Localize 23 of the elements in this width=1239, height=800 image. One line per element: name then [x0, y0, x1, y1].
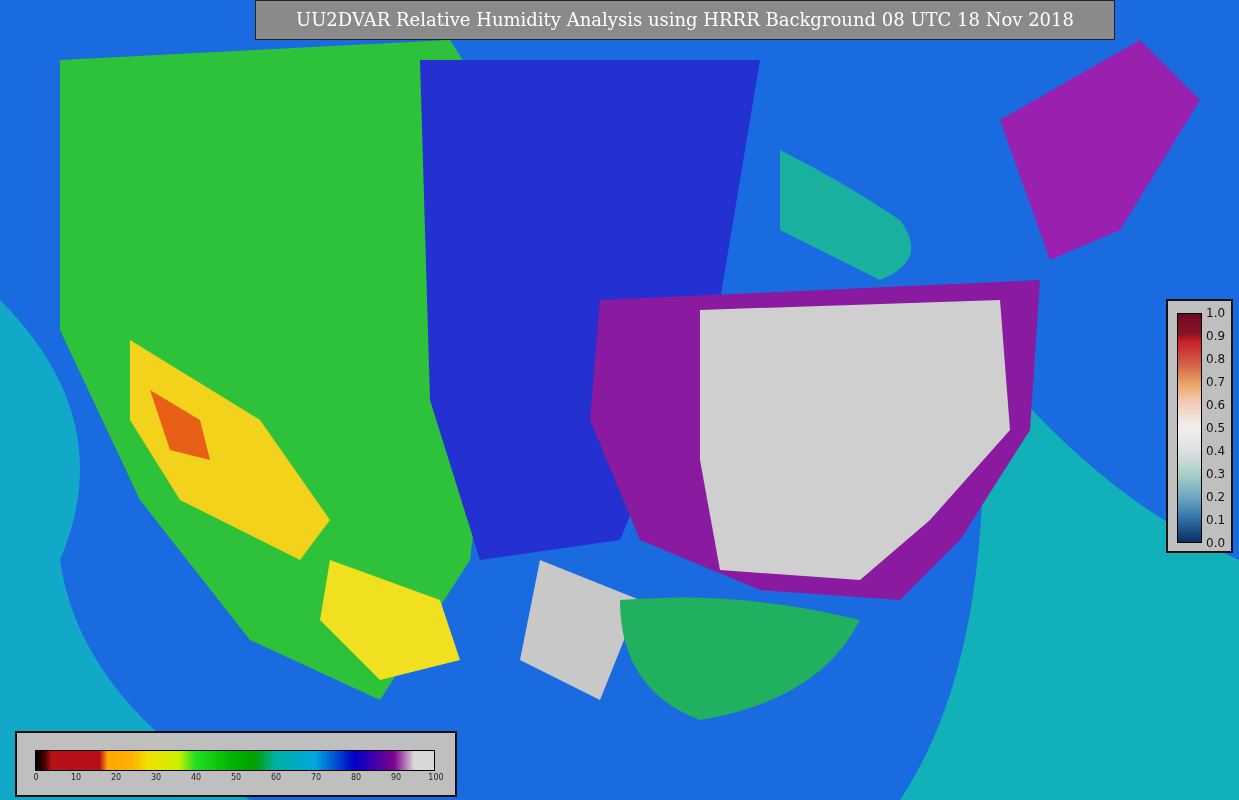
- tick-label: 40: [190, 773, 202, 782]
- tick-label: 0.4: [1206, 444, 1226, 458]
- tick-label: 80: [350, 773, 362, 782]
- tick-label: 20: [110, 773, 122, 782]
- tick-label: 50: [230, 773, 242, 782]
- map-title: UU2DVAR Relative Humidity Analysis using HRRR Background 08 UTC 18 Nov 2018: [255, 0, 1115, 40]
- tick-label: 60: [270, 773, 282, 782]
- tick-label: 0.9: [1206, 329, 1226, 343]
- tick-label: 100: [428, 773, 444, 782]
- tick-label: 0.2: [1206, 490, 1226, 504]
- tick-label: 10: [70, 773, 82, 782]
- tick-label: 0.3: [1206, 467, 1226, 481]
- tick-label: 30: [150, 773, 162, 782]
- tick-label: 0: [33, 773, 39, 782]
- tick-label: 0.8: [1206, 352, 1226, 366]
- tick-label: 1.0: [1206, 306, 1226, 320]
- tick-label: 0.1: [1206, 513, 1226, 527]
- tick-label: 0.5: [1206, 421, 1226, 435]
- tick-label: 0.7: [1206, 375, 1226, 389]
- tick-label: 90: [390, 773, 402, 782]
- tick-label: 0.6: [1206, 398, 1226, 412]
- tick-label: 0.0: [1206, 536, 1226, 550]
- tick-label: 70: [310, 773, 322, 782]
